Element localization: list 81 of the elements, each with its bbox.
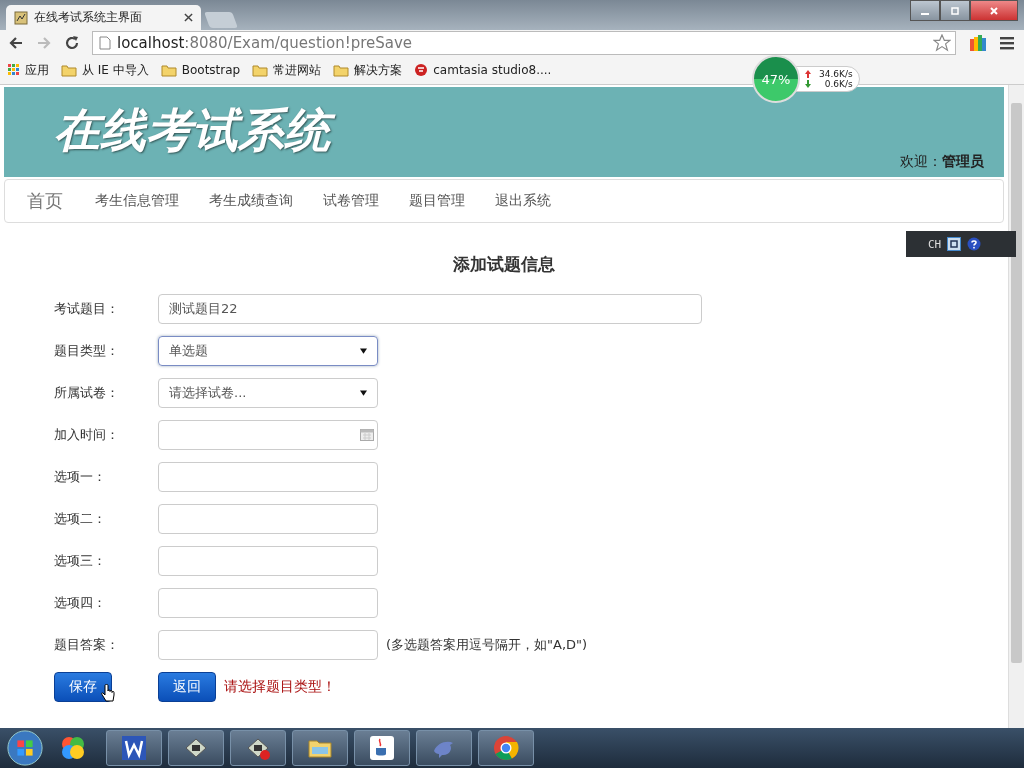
taskbar-button[interactable]: [106, 730, 162, 766]
hand-cursor-icon: [101, 684, 115, 704]
home-link[interactable]: 首页: [27, 189, 63, 213]
field-label: 选项四：: [54, 594, 107, 612]
taskbar-button[interactable]: [168, 730, 224, 766]
select-field[interactable]: 请选择试卷...: [158, 378, 378, 408]
address-bar[interactable]: localhost:8080/Exam/question!preSave: [92, 31, 956, 55]
folder-icon: [160, 63, 177, 77]
bookmark[interactable]: 常进网站: [252, 61, 322, 79]
input-field[interactable]: [158, 462, 378, 492]
coffee-cup-icon: [369, 735, 395, 761]
bookmark[interactable]: camtasia studio8....: [414, 63, 552, 77]
close-icon: [989, 5, 999, 16]
tab-title: 在线考试系统主界面: [34, 9, 142, 26]
field-label: 选项一：: [54, 468, 107, 486]
start-button[interactable]: [6, 729, 44, 767]
back-icon[interactable]: [8, 35, 24, 51]
page-icon: [14, 10, 28, 25]
input-field[interactable]: [158, 504, 378, 534]
input-field[interactable]: [158, 546, 378, 576]
form-title: 添加试题信息: [452, 253, 556, 276]
field-label: 题目类型：: [54, 342, 120, 360]
upload-rate: 34.6K/s: [819, 69, 853, 79]
bookmark[interactable]: 应用: [8, 61, 49, 79]
taskbar-button[interactable]: [478, 730, 534, 766]
nav-link[interactable]: 考生信息管理: [95, 192, 179, 210]
taskbar-button[interactable]: [292, 730, 348, 766]
select-field[interactable]: 单选题: [158, 336, 378, 366]
welcome-text: 欢迎：管理员: [900, 153, 984, 171]
extension-icon[interactable]: [968, 33, 988, 53]
nav-link[interactable]: 考生成绩查询: [209, 192, 293, 210]
download-rate: 0.6K/s: [824, 79, 853, 89]
up-arrow-icon: [805, 70, 811, 78]
input-field[interactable]: [158, 630, 378, 660]
nav-link[interactable]: 退出系统: [495, 192, 551, 210]
field-label: 考试题目：: [54, 300, 120, 318]
hint-text: (多选题答案用逗号隔开，如"A,D"): [386, 636, 588, 654]
bookmark[interactable]: 解决方案: [333, 61, 403, 79]
date-field[interactable]: [158, 420, 378, 450]
maximize-icon: [950, 5, 960, 16]
minimize-icon: [921, 12, 929, 15]
field-label: 选项二：: [54, 510, 107, 528]
down-arrow-icon: [805, 80, 811, 88]
page-icon: [99, 36, 111, 50]
apps-icon: [8, 64, 20, 76]
scrollbar[interactable]: [1008, 85, 1024, 728]
error-message: 请选择题目类型！: [224, 678, 336, 696]
star-icon[interactable]: [933, 34, 951, 52]
site-icon: [414, 63, 429, 77]
document-icon: [121, 735, 147, 761]
site-title: 在线考试系统: [50, 99, 344, 167]
field-label: 加入时间：: [54, 426, 120, 444]
menu-icon[interactable]: [1000, 36, 1014, 50]
input-field[interactable]: [158, 588, 378, 618]
ime-language[interactable]: CH: [928, 237, 942, 251]
bookmark[interactable]: Bootstrap: [160, 63, 241, 77]
minimize-button[interactable]: [910, 0, 940, 21]
folder-icon: [252, 63, 269, 77]
folder-icon: [333, 63, 350, 77]
help-icon[interactable]: [967, 237, 982, 251]
field-label: 题目答案：: [54, 636, 120, 654]
input-field[interactable]: 测试题目22: [158, 294, 702, 324]
url-text: localhost:8080/Exam/question!preSave: [117, 34, 413, 52]
taskbar-button[interactable]: [354, 730, 410, 766]
ime-mode-icon[interactable]: [947, 237, 962, 251]
taskbar-button[interactable]: [230, 730, 286, 766]
nav-link[interactable]: 试卷管理: [323, 192, 379, 210]
bookmark[interactable]: 从 IE 中导入: [61, 61, 149, 79]
close-button[interactable]: [970, 0, 1018, 21]
close-icon[interactable]: [184, 13, 193, 22]
field-label: 所属试卷：: [54, 384, 120, 402]
dropdown-arrow-icon: [360, 390, 367, 396]
browser-icon: [493, 735, 519, 761]
maximize-button[interactable]: [940, 0, 970, 21]
back-button[interactable]: 返回: [158, 672, 216, 702]
browser-tab[interactable]: 在线考试系统主界面: [6, 5, 201, 30]
nav-link[interactable]: 题目管理: [409, 192, 465, 210]
folder-icon: [61, 63, 77, 77]
dropdown-arrow-icon: [360, 348, 367, 354]
field-label: 选项三：: [54, 552, 107, 570]
reload-icon[interactable]: [64, 35, 80, 51]
